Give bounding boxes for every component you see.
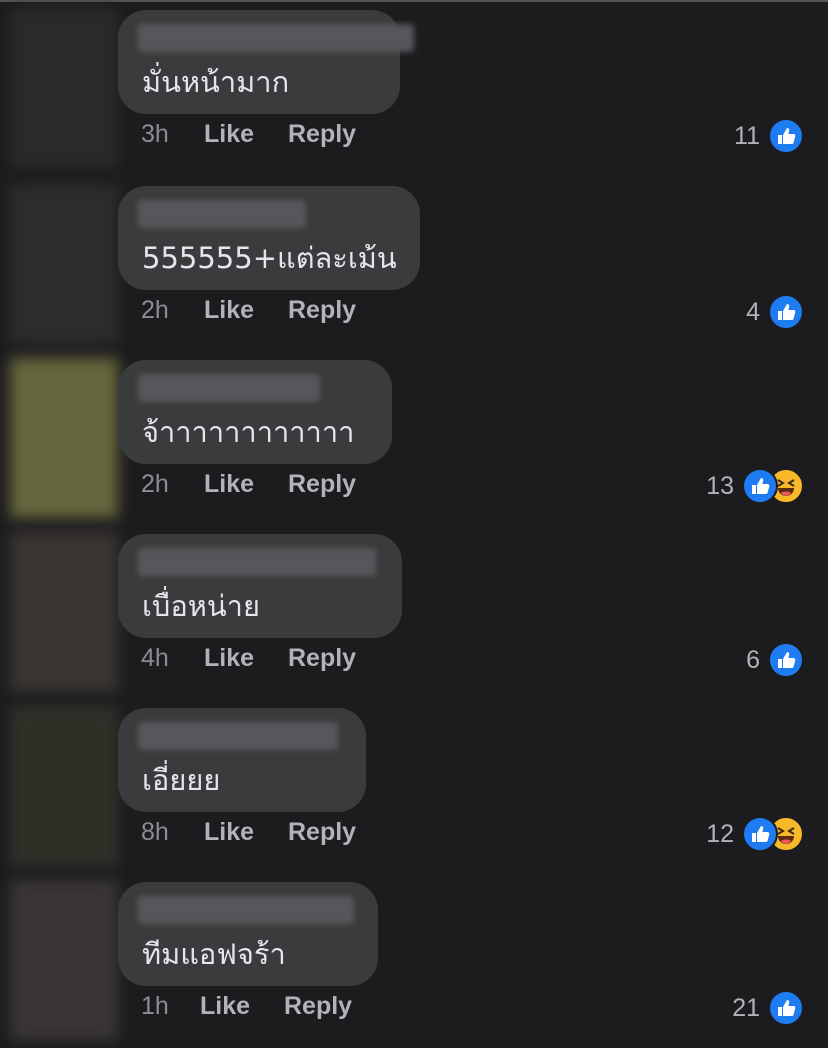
comment-actions: 2h Like Reply: [141, 466, 356, 502]
like-button[interactable]: Like: [204, 470, 288, 499]
reaction-count: 6: [746, 645, 760, 674]
avatar[interactable]: [10, 532, 118, 692]
comment-text: ทีมแอฟจร้า: [142, 937, 286, 971]
reaction-count: 4: [746, 297, 760, 326]
comment-item: จ้าาาาาาาาาาาา 2h Like Reply 13: [0, 352, 828, 526]
like-reaction-icon: [742, 468, 778, 504]
comment-text: มั่นหน้ามาก: [142, 65, 290, 99]
reply-button[interactable]: Reply: [288, 470, 356, 499]
avatar[interactable]: [10, 358, 118, 518]
comment-bubble[interactable]: เอี่ยยย: [118, 708, 366, 812]
comment-bubble[interactable]: จ้าาาาาาาาาาาา: [118, 360, 392, 464]
author-name-redacted[interactable]: [138, 896, 354, 924]
avatar[interactable]: [10, 184, 118, 344]
like-button[interactable]: Like: [200, 992, 284, 1021]
comment-actions: 3h Like Reply: [141, 116, 356, 152]
comment-bubble[interactable]: เบื่อหน่าย: [118, 534, 402, 638]
reply-button[interactable]: Reply: [288, 296, 356, 325]
reaction-count: 13: [706, 471, 734, 500]
comment-bubble[interactable]: ทีมแอฟจร้า: [118, 882, 378, 986]
comment-text: 555555+แต่ละเม้น: [142, 241, 397, 275]
like-button[interactable]: Like: [204, 818, 288, 847]
author-name-redacted[interactable]: [138, 548, 376, 576]
author-name-redacted[interactable]: [138, 24, 414, 52]
comment-text: เบื่อหน่าย: [142, 589, 260, 623]
reply-button[interactable]: Reply: [288, 818, 356, 847]
comment-item: มั่นหน้ามาก 3h Like Reply 11: [0, 2, 828, 176]
like-reaction-icon: [768, 990, 804, 1026]
reaction-summary[interactable]: 11: [734, 118, 804, 154]
reply-button[interactable]: Reply: [288, 644, 356, 673]
like-reaction-icon: [768, 294, 804, 330]
reaction-summary[interactable]: 6: [746, 642, 804, 678]
comment-actions: 8h Like Reply: [141, 814, 356, 850]
reaction-count: 12: [706, 819, 734, 848]
reaction-count: 21: [732, 993, 760, 1022]
comment-item: 555555+แต่ละเม้น 2h Like Reply 4: [0, 178, 828, 352]
author-name-redacted[interactable]: [138, 200, 306, 228]
like-button[interactable]: Like: [204, 296, 288, 325]
like-reaction-icon: [768, 118, 804, 154]
comment-text: จ้าาาาาาาาาาาา: [142, 415, 355, 449]
like-button[interactable]: Like: [204, 644, 288, 673]
author-name-redacted[interactable]: [138, 722, 338, 750]
comment-item: เอี่ยยย 8h Like Reply 12: [0, 700, 828, 874]
timestamp[interactable]: 3h: [141, 120, 204, 149]
comment-item: เบื่อหน่าย 4h Like Reply 6: [0, 526, 828, 700]
timestamp[interactable]: 2h: [141, 470, 204, 499]
reaction-count: 11: [734, 121, 760, 150]
reaction-summary[interactable]: 12: [706, 816, 804, 852]
like-reaction-icon: [768, 642, 804, 678]
comment-bubble[interactable]: 555555+แต่ละเม้น: [118, 186, 420, 290]
timestamp[interactable]: 1h: [141, 992, 200, 1021]
avatar[interactable]: [10, 8, 118, 168]
reaction-summary[interactable]: 4: [746, 294, 804, 330]
reply-button[interactable]: Reply: [288, 120, 356, 149]
reaction-summary[interactable]: 13: [706, 468, 804, 504]
comment-actions: 2h Like Reply: [141, 292, 356, 328]
comment-text: เอี่ยยย: [142, 763, 221, 797]
comment-actions: 1h Like Reply: [141, 988, 352, 1024]
timestamp[interactable]: 4h: [141, 644, 204, 673]
comment-bubble[interactable]: มั่นหน้ามาก: [118, 10, 414, 114]
timestamp[interactable]: 8h: [141, 818, 204, 847]
reaction-summary[interactable]: 21: [732, 990, 804, 1026]
comment-item: ทีมแอฟจร้า 1h Like Reply 21: [0, 874, 828, 1048]
avatar[interactable]: [10, 880, 118, 1040]
timestamp[interactable]: 2h: [141, 296, 204, 325]
author-name-redacted[interactable]: [138, 374, 320, 402]
reply-button[interactable]: Reply: [284, 992, 352, 1021]
comment-actions: 4h Like Reply: [141, 640, 356, 676]
like-button[interactable]: Like: [204, 120, 288, 149]
like-reaction-icon: [742, 816, 778, 852]
avatar[interactable]: [10, 706, 118, 866]
